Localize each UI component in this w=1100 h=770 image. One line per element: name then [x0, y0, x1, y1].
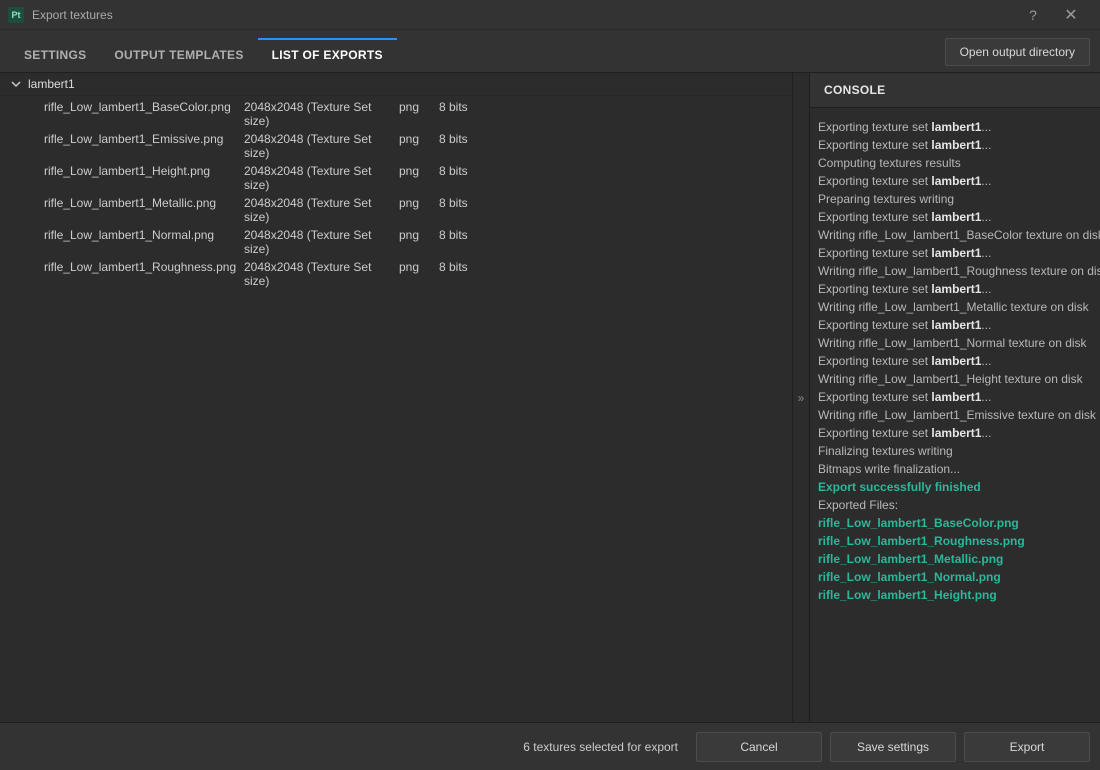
- tabs: SETTINGS OUTPUT TEMPLATES LIST OF EXPORT…: [10, 30, 397, 72]
- console-line: Writing rifle_Low_lambert1_Height textur…: [818, 370, 1092, 388]
- console-line: Writing rifle_Low_lambert1_Metallic text…: [818, 298, 1092, 316]
- console-line: Exporting texture set lambert1...: [818, 118, 1092, 136]
- console-line: Writing rifle_Low_lambert1_Normal textur…: [818, 334, 1092, 352]
- console-line: Bitmaps write finalization...: [818, 460, 1092, 478]
- file-name: rifle_Low_lambert1_Metallic.png: [44, 196, 234, 224]
- file-size: 2048x2048 (Texture Set size): [244, 100, 389, 128]
- console-line: Computing textures results: [818, 154, 1092, 172]
- file-format: png: [399, 132, 429, 160]
- exported-file-link[interactable]: rifle_Low_lambert1_Metallic.png: [818, 550, 1092, 568]
- file-row[interactable]: rifle_Low_lambert1_Metallic.png 2048x2048…: [44, 194, 792, 226]
- file-name: rifle_Low_lambert1_Roughness.png: [44, 260, 234, 288]
- open-output-directory-button[interactable]: Open output directory: [945, 38, 1090, 66]
- file-name: rifle_Low_lambert1_Height.png: [44, 164, 234, 192]
- file-size: 2048x2048 (Texture Set size): [244, 196, 389, 224]
- console-title: CONSOLE: [810, 73, 1100, 108]
- console-line: Exporting texture set lambert1...: [818, 172, 1092, 190]
- close-button[interactable]: ✕: [1052, 1, 1090, 29]
- tab-list-of-exports[interactable]: LIST OF EXPORTS: [258, 38, 397, 72]
- file-bits: 8 bits: [439, 228, 483, 256]
- footer-status: 6 textures selected for export: [523, 740, 678, 754]
- file-name: rifle_Low_lambert1_BaseColor.png: [44, 100, 234, 128]
- exported-file-link[interactable]: rifle_Low_lambert1_Normal.png: [818, 568, 1092, 586]
- console-line: Exporting texture set lambert1...: [818, 424, 1092, 442]
- file-bits: 8 bits: [439, 132, 483, 160]
- panel-splitter[interactable]: »: [792, 73, 810, 722]
- file-format: png: [399, 196, 429, 224]
- file-row[interactable]: rifle_Low_lambert1_BaseColor.png 2048x204…: [44, 98, 792, 130]
- console-panel: CONSOLE Exporting texture set lambert1..…: [810, 73, 1100, 722]
- console-line: Exporting texture set lambert1...: [818, 136, 1092, 154]
- help-button[interactable]: ?: [1014, 1, 1052, 29]
- file-row[interactable]: rifle_Low_lambert1_Normal.png 2048x2048 (…: [44, 226, 792, 258]
- console-line: Exporting texture set lambert1...: [818, 244, 1092, 262]
- console-line: Exporting texture set lambert1...: [818, 280, 1092, 298]
- file-name: rifle_Low_lambert1_Emissive.png: [44, 132, 234, 160]
- chevron-down-icon: [10, 78, 22, 90]
- console-line: Writing rifle_Low_lambert1_Emissive text…: [818, 406, 1092, 424]
- export-button[interactable]: Export: [964, 732, 1090, 762]
- console-line: Exporting texture set lambert1...: [818, 352, 1092, 370]
- main-area: lambert1 rifle_Low_lambert1_BaseColor.pn…: [0, 72, 1100, 722]
- titlebar: Pt Export textures ? ✕: [0, 0, 1100, 30]
- exported-file-link[interactable]: rifle_Low_lambert1_Roughness.png: [818, 532, 1092, 550]
- file-size: 2048x2048 (Texture Set size): [244, 132, 389, 160]
- file-bits: 8 bits: [439, 164, 483, 192]
- console-line: Export successfully finished: [818, 478, 1092, 496]
- texture-set-header[interactable]: lambert1: [0, 73, 792, 96]
- file-format: png: [399, 100, 429, 128]
- texture-set-name: lambert1: [28, 77, 75, 91]
- save-settings-button[interactable]: Save settings: [830, 732, 956, 762]
- file-bits: 8 bits: [439, 100, 483, 128]
- file-size: 2048x2048 (Texture Set size): [244, 260, 389, 288]
- window-title: Export textures: [32, 8, 113, 22]
- expand-right-icon: »: [798, 391, 805, 405]
- cancel-button[interactable]: Cancel: [696, 732, 822, 762]
- console-body: Exporting texture set lambert1...Exporti…: [810, 108, 1100, 722]
- console-line: Finalizing textures writing: [818, 442, 1092, 460]
- file-bits: 8 bits: [439, 260, 483, 288]
- console-line: Writing rifle_Low_lambert1_BaseColor tex…: [818, 226, 1092, 244]
- file-row[interactable]: rifle_Low_lambert1_Emissive.png 2048x2048…: [44, 130, 792, 162]
- file-table: rifle_Low_lambert1_BaseColor.png 2048x204…: [0, 96, 792, 290]
- export-list-panel: lambert1 rifle_Low_lambert1_BaseColor.pn…: [0, 73, 792, 722]
- file-row[interactable]: rifle_Low_lambert1_Roughness.png 2048x204…: [44, 258, 792, 290]
- file-size: 2048x2048 (Texture Set size): [244, 228, 389, 256]
- file-format: png: [399, 164, 429, 192]
- console-line: Exporting texture set lambert1...: [818, 316, 1092, 334]
- file-name: rifle_Low_lambert1_Normal.png: [44, 228, 234, 256]
- app-icon: Pt: [8, 7, 24, 23]
- console-line: Exporting texture set lambert1...: [818, 208, 1092, 226]
- exported-file-link[interactable]: rifle_Low_lambert1_BaseColor.png: [818, 514, 1092, 532]
- tab-settings[interactable]: SETTINGS: [10, 40, 100, 72]
- file-bits: 8 bits: [439, 196, 483, 224]
- tab-output-templates[interactable]: OUTPUT TEMPLATES: [100, 40, 257, 72]
- file-row[interactable]: rifle_Low_lambert1_Height.png 2048x2048 (…: [44, 162, 792, 194]
- top-row: SETTINGS OUTPUT TEMPLATES LIST OF EXPORT…: [0, 30, 1100, 72]
- console-line: Preparing textures writing: [818, 190, 1092, 208]
- file-format: png: [399, 228, 429, 256]
- footer: 6 textures selected for export Cancel Sa…: [0, 722, 1100, 770]
- exported-file-link[interactable]: rifle_Low_lambert1_Height.png: [818, 586, 1092, 604]
- console-line: Exporting texture set lambert1...: [818, 388, 1092, 406]
- file-size: 2048x2048 (Texture Set size): [244, 164, 389, 192]
- file-format: png: [399, 260, 429, 288]
- console-line: Exported Files:: [818, 496, 1092, 514]
- console-line: Writing rifle_Low_lambert1_Roughness tex…: [818, 262, 1092, 280]
